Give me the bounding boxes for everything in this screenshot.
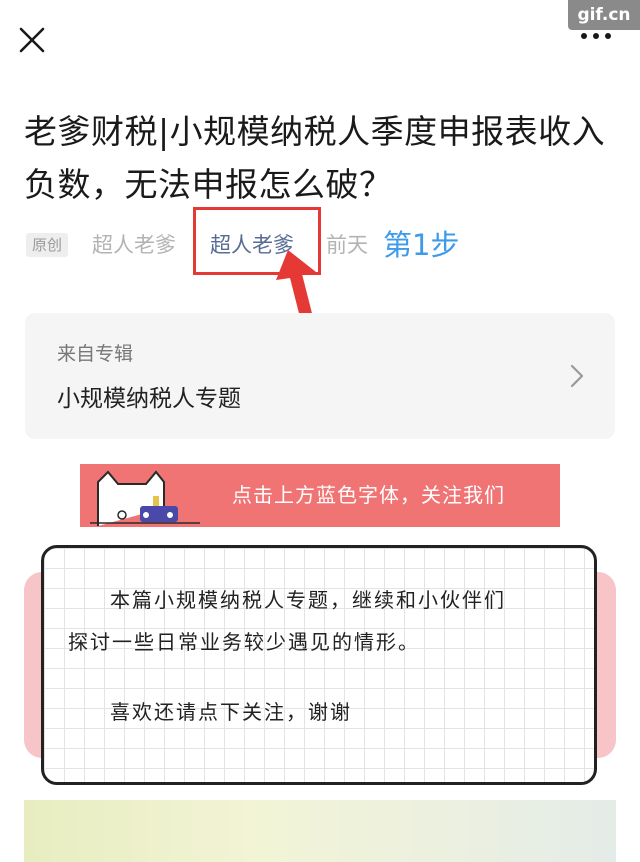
follow-banner-text: 点击上方蓝色字体，关注我们 [232,483,505,507]
intro-line: 本篇小规模纳税人专题，继续和小伙伴们 [110,588,506,612]
article-title: 老爹财税|小规模纳税人季度申报表收入负数，无法申报怎么破？ [24,112,606,204]
intro-line: 喜欢还请点下关注，谢谢 [110,700,352,724]
album-name: 小规模纳税人专题 [57,386,241,412]
more-icon[interactable] [578,30,614,42]
author-name: 超人老爹 [92,233,176,257]
watermark: gif.cn [568,0,640,30]
next-image [24,800,616,862]
step-label: 第1步 [383,228,460,262]
original-badge: 原创 [26,233,69,257]
follow-banner[interactable]: 点击上方蓝色字体，关注我们 [80,464,560,527]
close-icon[interactable] [18,26,46,54]
cat-illustration-icon [90,470,200,526]
intro-line: 探讨一些日常业务较少遇见的情形。 [68,630,420,654]
intro-card: 本篇小规模纳税人专题，继续和小伙伴们 探讨一些日常业务较少遇见的情形。 喜欢还请… [41,545,597,785]
top-bar [0,0,640,80]
album-source-label: 来自专辑 [57,343,134,365]
album-card[interactable]: 来自专辑 小规模纳税人专题 [25,313,615,439]
chevron-right-icon [570,364,584,388]
